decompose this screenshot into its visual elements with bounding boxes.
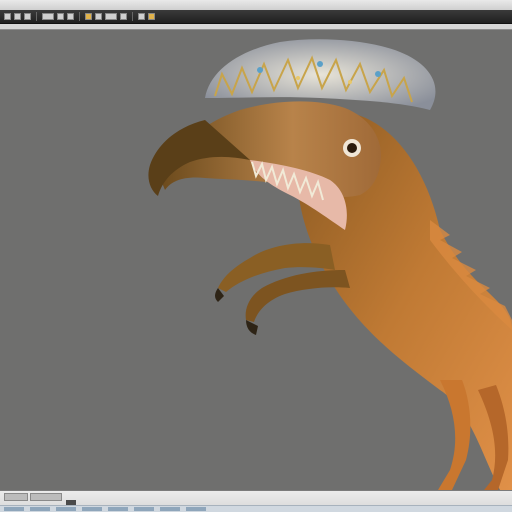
main-toolbar — [0, 10, 512, 24]
taskbar-item[interactable] — [30, 507, 50, 511]
taskbar-item[interactable] — [4, 507, 24, 511]
toolbar-button[interactable] — [4, 13, 11, 20]
toolbar-button[interactable] — [85, 13, 92, 20]
toolbar-button[interactable] — [148, 13, 155, 20]
toolbar-separator — [36, 12, 37, 21]
status-tab[interactable] — [4, 493, 28, 501]
toolbar-button[interactable] — [24, 13, 31, 20]
taskbar-item[interactable] — [56, 507, 76, 511]
taskbar-item[interactable] — [160, 507, 180, 511]
crest-bead — [375, 71, 381, 77]
taskbar — [0, 505, 512, 512]
crest-bead — [257, 67, 263, 73]
toolbar-separator — [79, 12, 80, 21]
status-tab[interactable] — [30, 493, 62, 501]
taskbar-item[interactable] — [186, 507, 206, 511]
crest-bead — [348, 80, 352, 84]
taskbar-item[interactable] — [134, 507, 154, 511]
toolbar-separator — [132, 12, 133, 21]
creature-hind-leg — [438, 380, 471, 490]
toolbar-button[interactable] — [138, 13, 145, 20]
creature-lower-arm — [245, 270, 350, 322]
toolbar-button[interactable] — [42, 13, 54, 20]
toolbar-button[interactable] — [105, 13, 117, 20]
toolbar-button[interactable] — [95, 13, 102, 20]
taskbar-item[interactable] — [82, 507, 102, 511]
taskbar-item[interactable] — [108, 507, 128, 511]
crest-bead — [317, 61, 323, 67]
toolbar-button[interactable] — [67, 13, 74, 20]
modeling-application-window — [0, 0, 512, 512]
toolbar-button[interactable] — [120, 13, 127, 20]
toolbar-button[interactable] — [14, 13, 21, 20]
crest-bead — [296, 76, 300, 80]
creature-claw — [246, 320, 258, 335]
creature-render — [148, 39, 512, 490]
toolbar-button[interactable] — [57, 13, 64, 20]
3d-viewport[interactable] — [0, 30, 512, 490]
creature-pupil — [347, 143, 357, 153]
